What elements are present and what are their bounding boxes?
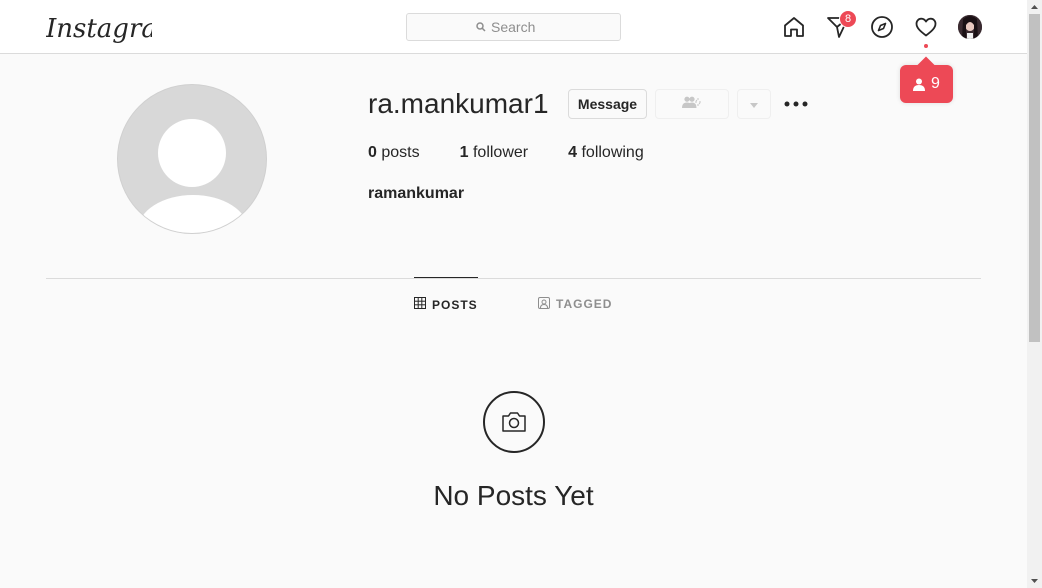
tab-posts-label: POSTS (432, 297, 478, 312)
search-icon (476, 19, 486, 35)
compass-icon[interactable] (869, 14, 895, 40)
grid-icon (414, 297, 426, 312)
profile-stats: 0 posts 1 follower 4 following (368, 144, 684, 162)
suggested-dropdown-button[interactable] (737, 89, 771, 119)
tab-tagged[interactable]: TAGGED (538, 277, 612, 331)
scroll-down-arrow-icon[interactable] (1027, 574, 1042, 588)
profile-username: ra.mankumar1 (368, 88, 549, 119)
person-icon (913, 78, 926, 91)
vertical-scrollbar[interactable] (1027, 0, 1042, 588)
tab-posts[interactable]: POSTS (414, 277, 478, 331)
activity-notification-tooltip[interactable]: 9 (900, 65, 953, 103)
caret-down-icon (750, 95, 758, 113)
profile-full-name: ramankumar (368, 185, 465, 202)
message-button[interactable]: Message (568, 89, 647, 119)
tab-tagged-label: TAGGED (556, 297, 613, 311)
camera-icon (483, 391, 545, 453)
scroll-up-arrow-icon[interactable] (1027, 0, 1042, 14)
svg-text:Instagram: Instagram (46, 14, 152, 44)
search-input[interactable] (491, 19, 551, 35)
activity-indicator-dot (924, 44, 928, 48)
profile-picture[interactable] (117, 84, 267, 234)
scrollbar-thumb[interactable] (1029, 14, 1040, 342)
direct-unread-badge: 8 (839, 10, 857, 28)
following-count[interactable]: 4 following (568, 144, 644, 162)
instagram-logo[interactable]: Instagram (46, 10, 152, 46)
tagged-icon (538, 296, 550, 312)
follow-person-icon (682, 95, 702, 113)
tabs-divider (46, 278, 981, 279)
followers-count[interactable]: 1 follower (460, 144, 529, 162)
user-avatar-thumbnail[interactable] (958, 15, 982, 39)
home-icon[interactable] (781, 14, 807, 40)
follow-button[interactable] (655, 89, 729, 119)
heart-icon[interactable] (913, 14, 939, 40)
top-navigation-bar: Instagram 8 (0, 0, 1027, 54)
search-box[interactable] (406, 13, 621, 41)
posts-count: 0 posts (368, 144, 420, 161)
more-options-icon[interactable] (782, 92, 810, 116)
empty-state-title: No Posts Yet (433, 480, 594, 511)
activity-count: 9 (931, 75, 940, 92)
